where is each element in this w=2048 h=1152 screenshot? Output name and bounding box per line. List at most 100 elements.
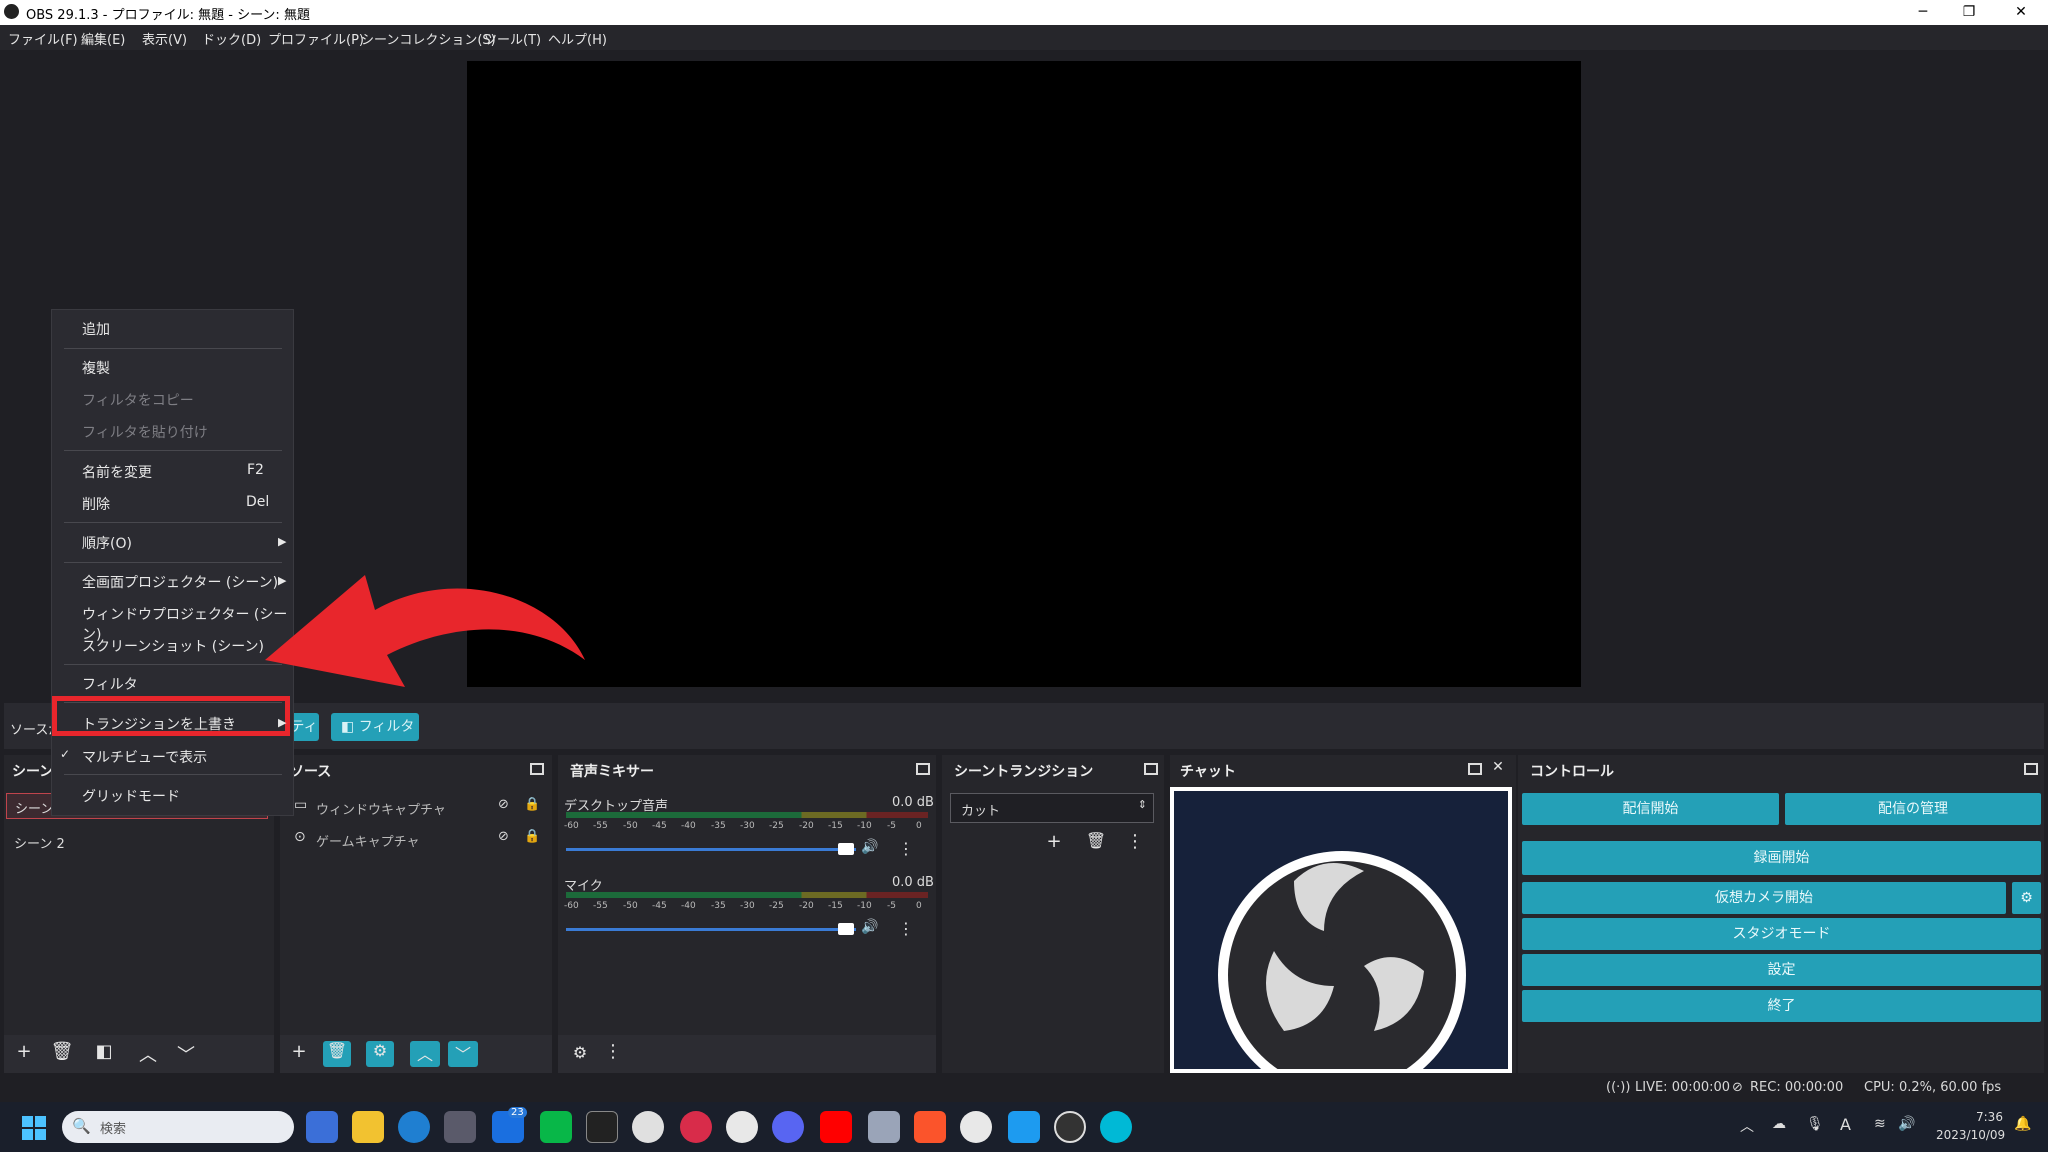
start-streaming-button[interactable]: 配信開始 bbox=[1522, 793, 1779, 825]
float-dock-icon[interactable] bbox=[1468, 763, 1482, 775]
transition-select[interactable]: カット ⇕ bbox=[950, 793, 1154, 823]
more-options-icon[interactable]: ⋮ bbox=[898, 919, 914, 938]
menu-scene-collection[interactable]: シーンコレクション(S) bbox=[361, 29, 496, 48]
preview-canvas[interactable] bbox=[467, 61, 1581, 687]
copilot-app-icon[interactable] bbox=[306, 1111, 338, 1143]
menu-item-grid-mode[interactable]: グリッドモード bbox=[82, 786, 180, 806]
windows-start-icon[interactable] bbox=[22, 1116, 46, 1140]
photos-app-icon[interactable] bbox=[868, 1111, 900, 1143]
lock-icon[interactable]: 🔒 bbox=[524, 829, 540, 844]
trash-icon[interactable]: 🗑 bbox=[323, 1041, 351, 1067]
obs-app-icon[interactable] bbox=[1054, 1111, 1086, 1143]
chrome-browser-icon[interactable] bbox=[960, 1111, 992, 1143]
manage-stream-button[interactable]: 配信の管理 bbox=[1785, 793, 2041, 825]
canva-app-icon[interactable] bbox=[1100, 1111, 1132, 1143]
edge-browser-icon[interactable] bbox=[398, 1111, 430, 1143]
menu-item-rename[interactable]: 名前を変更 bbox=[82, 462, 152, 482]
menu-edit[interactable]: 編集(E) bbox=[81, 29, 125, 48]
move-down-icon[interactable]: ﹀ bbox=[448, 1041, 478, 1067]
move-down-icon[interactable]: ﹀ bbox=[174, 1041, 198, 1067]
wifi-icon[interactable]: ≋ bbox=[1874, 1116, 1886, 1132]
filter-icon[interactable]: ◧ bbox=[92, 1041, 116, 1062]
lock-icon[interactable]: 🔒 bbox=[524, 797, 540, 812]
add-icon[interactable]: + bbox=[1042, 831, 1066, 852]
minimize-button[interactable]: ─ bbox=[1900, 1, 1946, 23]
menu-help[interactable]: ヘルプ(H) bbox=[548, 29, 607, 48]
menu-item-screenshot[interactable]: スクリーンショット (シーン) bbox=[82, 636, 264, 656]
onedrive-icon[interactable]: ☁ bbox=[1772, 1116, 1786, 1132]
close-window-button[interactable]: ✕ bbox=[1998, 1, 2044, 23]
discord-app-icon[interactable] bbox=[772, 1111, 804, 1143]
twitter-app-icon[interactable] bbox=[1008, 1111, 1040, 1143]
float-dock-icon[interactable] bbox=[530, 763, 544, 775]
source-item[interactable]: ⊙ ゲームキャプチャ ⊘ 🔒 bbox=[294, 829, 544, 851]
float-dock-icon[interactable] bbox=[916, 763, 930, 775]
gear-icon[interactable]: ⚙ bbox=[366, 1041, 394, 1067]
more-options-icon[interactable]: ⋮ bbox=[1126, 831, 1144, 852]
clock-date[interactable]: 2023/10/09 bbox=[1936, 1128, 2005, 1142]
volume-slider-handle[interactable] bbox=[838, 923, 854, 935]
menu-dock[interactable]: ドック(D) bbox=[202, 29, 261, 48]
outlook-app-icon[interactable]: 23 bbox=[492, 1107, 527, 1143]
speaker-icon[interactable]: 🔊 bbox=[860, 839, 880, 855]
ime-indicator[interactable]: A bbox=[1840, 1115, 1851, 1134]
start-virtual-camera-button[interactable]: 仮想カメラ開始 bbox=[1522, 882, 2006, 914]
volume-slider[interactable] bbox=[566, 848, 856, 851]
advanced-audio-gear-icon[interactable]: ⚙ bbox=[568, 1043, 592, 1062]
restore-button[interactable]: ❐ bbox=[1946, 1, 1992, 23]
menu-item-paste-filters[interactable]: フィルタを貼り付け bbox=[82, 422, 208, 442]
notification-bell-icon[interactable]: 🔔 bbox=[2014, 1116, 2031, 1132]
float-dock-icon[interactable] bbox=[2024, 763, 2038, 775]
float-dock-icon[interactable] bbox=[1144, 763, 1158, 775]
move-up-icon[interactable]: ︿ bbox=[410, 1041, 440, 1067]
chat-frame[interactable] bbox=[1170, 787, 1512, 1073]
menu-tools[interactable]: ツール(T) bbox=[484, 29, 541, 48]
add-icon[interactable]: + bbox=[286, 1041, 312, 1062]
app-icon[interactable] bbox=[680, 1111, 712, 1143]
menu-profile[interactable]: プロファイル(P) bbox=[268, 29, 364, 48]
volume-slider[interactable] bbox=[566, 928, 856, 931]
hidden-eye-icon[interactable]: ⊘ bbox=[498, 797, 509, 812]
menu-item-transition-override[interactable]: トランジションを上書き bbox=[82, 714, 236, 734]
slack-app-icon[interactable] bbox=[632, 1111, 664, 1143]
hidden-eye-icon[interactable]: ⊘ bbox=[498, 829, 509, 844]
move-up-icon[interactable]: ︿ bbox=[136, 1041, 160, 1067]
speaker-icon[interactable]: 🔊 bbox=[860, 919, 880, 935]
menu-item-copy-filters[interactable]: フィルタをコピー bbox=[82, 390, 194, 410]
menu-view[interactable]: 表示(V) bbox=[142, 29, 187, 48]
clock-time[interactable]: 7:36 bbox=[1976, 1110, 2003, 1124]
menu-item-fullscreen-projector[interactable]: 全画面プロジェクター (シーン) bbox=[82, 572, 278, 592]
menu-file[interactable]: ファイル(F) bbox=[8, 29, 78, 48]
add-icon[interactable]: + bbox=[12, 1041, 36, 1062]
filters-button[interactable]: ◧ フィルタ bbox=[331, 713, 419, 741]
settings-button[interactable]: 設定 bbox=[1522, 954, 2041, 986]
chrome-browser-icon[interactable] bbox=[726, 1111, 758, 1143]
menu-item-filters[interactable]: フィルタ bbox=[82, 674, 138, 694]
volume-slider-handle[interactable] bbox=[838, 843, 854, 855]
microphone-icon[interactable]: 🎙 bbox=[1806, 1116, 1824, 1132]
brave-browser-icon[interactable] bbox=[914, 1111, 946, 1143]
studio-mode-button[interactable]: スタジオモード bbox=[1522, 918, 2041, 950]
volume-icon[interactable]: 🔊 bbox=[1898, 1116, 1915, 1132]
file-explorer-icon[interactable] bbox=[352, 1111, 384, 1143]
epic-games-icon[interactable] bbox=[586, 1111, 618, 1143]
more-options-icon[interactable]: ⋮ bbox=[898, 839, 914, 858]
store-app-icon[interactable] bbox=[444, 1111, 476, 1143]
taskbar-search[interactable]: 🔍 検索 bbox=[62, 1111, 294, 1143]
trash-icon[interactable]: 🗑 bbox=[1084, 831, 1108, 850]
youtube-app-icon[interactable] bbox=[820, 1111, 852, 1143]
menu-item-multiview[interactable]: マルチビューで表示 bbox=[82, 747, 207, 767]
close-icon[interactable]: ✕ bbox=[1490, 759, 1506, 775]
trash-icon[interactable]: 🗑 bbox=[50, 1041, 74, 1062]
menu-item-add[interactable]: 追加 bbox=[82, 319, 110, 339]
source-item[interactable]: ▭ ウィンドウキャプチャ ⊘ 🔒 bbox=[294, 797, 544, 819]
menu-item-order[interactable]: 順序(O) bbox=[82, 533, 132, 553]
chevron-up-icon[interactable]: ︿ bbox=[1740, 1116, 1754, 1136]
menu-item-duplicate[interactable]: 複製 bbox=[82, 358, 110, 378]
virtual-camera-gear-icon[interactable]: ⚙ bbox=[2012, 882, 2041, 914]
exit-button[interactable]: 終了 bbox=[1522, 990, 2041, 1022]
more-options-icon[interactable]: ⋮ bbox=[604, 1041, 622, 1062]
scene-item[interactable]: シーン 2 bbox=[14, 833, 65, 852]
menu-item-remove[interactable]: 削除 bbox=[82, 494, 110, 514]
start-recording-button[interactable]: 録画開始 bbox=[1522, 841, 2041, 875]
